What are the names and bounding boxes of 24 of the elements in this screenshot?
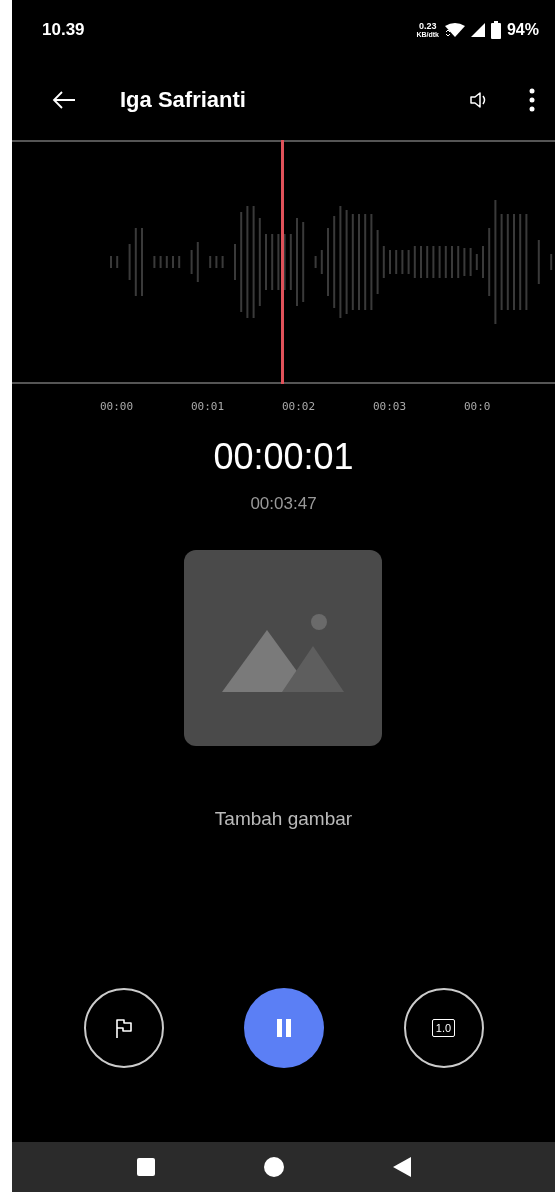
battery-text: 94% (506, 21, 539, 39)
timeline-label: 00:0 (464, 399, 492, 413)
timeline-label: 00:03 (373, 399, 408, 413)
data-rate-text: 0.23 (418, 22, 437, 31)
add-image-label[interactable]: Tambah gambar (12, 808, 555, 830)
elapsed-time: 00:00:01 (212, 436, 355, 478)
timeline-label: 00:02 (282, 399, 317, 413)
home-icon[interactable] (263, 1157, 284, 1177)
timeline-label: 00:00 (100, 399, 135, 413)
signal-icon (470, 23, 485, 37)
arrow-icon (52, 90, 76, 110)
wifi-icon (444, 23, 465, 37)
total-duration: 00:03:47 (249, 494, 318, 514)
battery-icon (490, 21, 501, 39)
recents-icon[interactable] (136, 1158, 155, 1176)
mountain-image-icon (222, 612, 344, 692)
clock-text: 10.39 (42, 20, 85, 40)
timeline-label: 00:01 (191, 399, 226, 413)
flag-icon (114, 1018, 133, 1038)
speed-button[interactable]: 1.0 (403, 988, 484, 1068)
more-icon (529, 88, 535, 112)
pause-icon (275, 1018, 292, 1038)
recording-title: Iga Safrianti (120, 87, 247, 113)
back-icon[interactable] (392, 1157, 411, 1177)
